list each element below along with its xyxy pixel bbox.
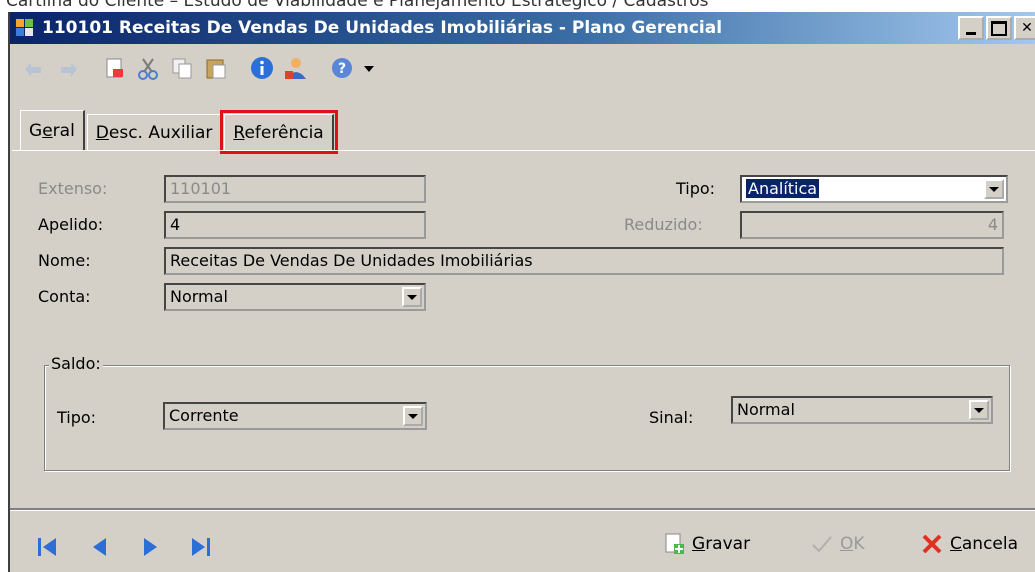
apelido-field[interactable]: 4 xyxy=(164,211,426,239)
user-icon[interactable] xyxy=(282,54,310,82)
help-icon[interactable]: ? xyxy=(328,54,356,82)
close-button[interactable]: ✕ xyxy=(1014,16,1035,40)
sinal-select[interactable]: Normal xyxy=(731,396,993,424)
check-icon xyxy=(812,536,832,553)
reduzido-field: 4 xyxy=(740,211,1004,239)
dropdown-icon[interactable] xyxy=(362,54,376,82)
ok-button[interactable]: OK xyxy=(810,532,865,556)
saldo-tipo-value: Corrente xyxy=(169,406,239,425)
first-record-button[interactable] xyxy=(34,534,60,560)
minimize-button[interactable] xyxy=(958,16,984,40)
redo-icon[interactable] xyxy=(54,54,82,82)
app-icon xyxy=(16,19,34,37)
conta-select-value: Normal xyxy=(170,287,228,306)
window-controls: ✕ xyxy=(958,16,1035,40)
info-icon[interactable] xyxy=(248,54,276,82)
tipo-select-value: Analítica xyxy=(744,178,821,199)
svg-text:?: ? xyxy=(338,61,346,77)
chevron-down-icon[interactable] xyxy=(984,179,1004,199)
apelido-label: Apelido: xyxy=(38,215,104,234)
gravar-button[interactable]: Gravar xyxy=(662,532,750,556)
tipo-label: Tipo: xyxy=(676,179,716,198)
undo-icon[interactable] xyxy=(20,54,48,82)
extenso-label: Extenso: xyxy=(38,179,108,198)
paste-icon[interactable] xyxy=(202,54,230,82)
new-icon[interactable] xyxy=(100,54,128,82)
maximize-button[interactable] xyxy=(986,16,1012,40)
page-caption: Cartilha do Cliente – Estudo de Viabilid… xyxy=(6,0,709,11)
conta-select[interactable]: Normal xyxy=(164,283,426,311)
chevron-down-icon[interactable] xyxy=(969,400,989,420)
cancela-label: Cancela xyxy=(950,534,1019,554)
tipo-select[interactable]: Analítica xyxy=(740,175,1008,203)
tab-referencia[interactable]: Referência xyxy=(220,110,338,154)
window-title: 110101 Receitas De Vendas De Unidades Im… xyxy=(42,18,723,38)
saldo-tipo-select[interactable]: Corrente xyxy=(163,402,427,430)
toolbar: ? xyxy=(10,46,1035,90)
next-record-button[interactable] xyxy=(138,534,164,560)
cancel-icon xyxy=(922,534,942,554)
nome-field[interactable]: Receitas De Vendas De Unidades Imobiliár… xyxy=(164,247,1004,275)
reduzido-label: Reduzido: xyxy=(624,215,703,234)
previous-record-button[interactable] xyxy=(86,534,112,560)
title-bar[interactable]: 110101 Receitas De Vendas De Unidades Im… xyxy=(10,12,1035,44)
saldo-group-title: Saldo: xyxy=(49,354,103,373)
extenso-field: 110101 xyxy=(164,175,426,203)
tab-label: Geral xyxy=(29,120,75,141)
tab-panel-geral: Extenso: 110101 Tipo: Analítica Apelido:… xyxy=(12,150,1035,508)
cut-icon[interactable] xyxy=(134,54,162,82)
cancela-button[interactable]: Cancela xyxy=(920,532,1018,556)
saldo-tipo-label: Tipo: xyxy=(57,408,97,427)
nome-label: Nome: xyxy=(38,251,91,270)
sinal-label: Sinal: xyxy=(649,408,694,427)
last-record-button[interactable] xyxy=(188,534,214,560)
tab-label: Referência xyxy=(233,122,324,143)
tab-desc-auxiliar[interactable]: Desc. Auxiliar xyxy=(86,114,223,150)
tab-strip: Geral Desc. Auxiliar Referência xyxy=(20,110,338,154)
bottom-bar: Gravar OK Cancela xyxy=(10,508,1035,572)
save-icon xyxy=(665,533,684,554)
chevron-down-icon[interactable] xyxy=(402,287,422,307)
gravar-label: Gravar xyxy=(692,534,751,554)
ok-label: OK xyxy=(840,534,865,554)
tab-label: Desc. Auxiliar xyxy=(95,122,213,143)
dialog-window: 110101 Receitas De Vendas De Unidades Im… xyxy=(8,12,1035,572)
tab-geral[interactable]: Geral xyxy=(20,110,85,150)
sinal-select-value: Normal xyxy=(737,400,795,419)
chevron-down-icon[interactable] xyxy=(403,406,423,426)
conta-label: Conta: xyxy=(38,287,91,306)
copy-icon[interactable] xyxy=(168,54,196,82)
saldo-groupbox: Saldo: Tipo: Corrente Sinal: Normal xyxy=(44,354,1010,471)
